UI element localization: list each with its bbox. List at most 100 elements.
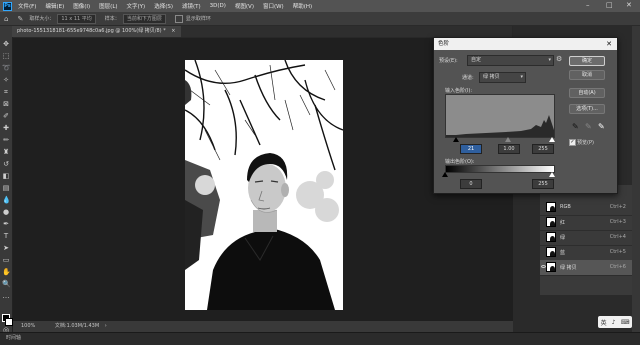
path-select-icon[interactable]: ➤: [2, 244, 10, 252]
black-point-slider[interactable]: [453, 137, 459, 142]
photo-image[interactable]: [185, 60, 343, 310]
background-color-swatch[interactable]: [5, 318, 13, 326]
menu-edit[interactable]: 编辑(E): [45, 2, 64, 10]
output-levels-label: 输出色阶(O):: [445, 159, 475, 165]
menu-filter[interactable]: 滤镜(T): [182, 2, 201, 10]
menu-file[interactable]: 文件(F): [18, 2, 36, 10]
menu-select[interactable]: 选择(S): [154, 2, 173, 10]
status-arrow-icon[interactable]: ›: [105, 323, 107, 329]
channel-shortcut: Ctrl+2: [609, 204, 626, 210]
eyedropper-icon[interactable]: ✐: [2, 112, 10, 120]
right-panel-strip: [632, 26, 640, 332]
maximize-button[interactable]: □: [606, 1, 613, 9]
blur-tool-icon[interactable]: 💧: [2, 196, 11, 204]
eraser-tool-icon[interactable]: ◧: [2, 172, 10, 180]
channel-select[interactable]: 绿 拷贝 ▾: [479, 72, 526, 83]
channels-panel: RGB Ctrl+2 红 Ctrl+3 绿 Ctrl+4 蓝 Ctrl+5 绿 …: [540, 185, 632, 295]
document-tab-bar: photo-1551318181-655e9748c0a6.jpg @ 100%…: [12, 26, 512, 37]
output-sliders[interactable]: [442, 172, 555, 177]
type-tool-icon[interactable]: T: [2, 232, 10, 240]
channel-row-green-copy[interactable]: 绿 拷贝 Ctrl+6: [540, 260, 632, 276]
dodge-tool-icon[interactable]: ●: [2, 208, 10, 216]
ok-button[interactable]: 确定: [569, 56, 605, 66]
input-black-field[interactable]: 21: [460, 144, 482, 154]
stamp-tool-icon[interactable]: ♜: [2, 148, 10, 156]
menu-help[interactable]: 帮助(H): [293, 2, 312, 10]
history-brush-icon[interactable]: ↺: [2, 160, 10, 168]
options-button[interactable]: 选项(T)...: [569, 104, 605, 114]
preset-select[interactable]: 自定 ▾: [467, 55, 554, 66]
output-white-field[interactable]: 255: [532, 179, 554, 189]
black-eyedropper-icon[interactable]: ✎: [572, 122, 579, 131]
sample-size-select[interactable]: 11 x 11 平均: [57, 13, 96, 24]
channel-name: 绿 拷贝: [560, 265, 577, 271]
menu-3d[interactable]: 3D(D): [210, 3, 226, 9]
menu-window[interactable]: 窗口(W): [263, 2, 284, 10]
gray-eyedropper-icon[interactable]: ✎: [585, 122, 592, 131]
pen-tool-icon[interactable]: ✒: [2, 220, 10, 228]
cancel-button[interactable]: 取消: [569, 70, 605, 80]
ime-keyboard-icon[interactable]: ⌨: [621, 319, 630, 326]
crop-tool-icon[interactable]: ⌗: [2, 88, 10, 96]
channel-row-green[interactable]: 绿 Ctrl+4: [540, 230, 632, 246]
channel-row-red[interactable]: 红 Ctrl+3: [540, 215, 632, 231]
channel-row-rgb[interactable]: RGB Ctrl+2: [540, 200, 632, 216]
channel-shortcut: Ctrl+3: [609, 219, 626, 225]
channel-thumbnail: [546, 232, 556, 242]
document-tab[interactable]: photo-1551318181-655e9748c0a6.jpg @ 100%…: [12, 26, 181, 37]
brush-tool-icon[interactable]: ✏: [2, 136, 10, 144]
menu-bar: Ps 文件(F) 编辑(E) 图像(I) 图层(L) 文字(Y) 选择(S) 滤…: [0, 0, 640, 12]
channel-shortcut: Ctrl+6: [609, 264, 626, 270]
preset-options-gear-icon[interactable]: ⚙: [556, 55, 562, 63]
eyedropper-tool-icon[interactable]: ✎: [17, 15, 23, 23]
white-eyedropper-icon[interactable]: ✎: [598, 122, 605, 131]
show-ring-checkbox[interactable]: [174, 14, 183, 23]
midtone-slider[interactable]: [505, 137, 511, 142]
close-window-button[interactable]: ✕: [626, 1, 632, 9]
close-tab-icon[interactable]: ×: [171, 28, 175, 34]
input-gamma-field[interactable]: 1.00: [498, 144, 520, 154]
white-point-slider[interactable]: [549, 137, 555, 142]
output-black-slider[interactable]: [442, 172, 448, 177]
channel-shortcut: Ctrl+4: [609, 234, 626, 240]
channel-name: 蓝: [560, 250, 566, 256]
timeline-label[interactable]: 时间轴: [6, 335, 21, 341]
ime-language-icon[interactable]: 英: [601, 318, 607, 327]
marquee-tool-icon[interactable]: ⬚: [2, 52, 10, 60]
menu-view[interactable]: 视图(V): [235, 2, 254, 10]
output-black-field[interactable]: 0: [460, 179, 482, 189]
more-tools-icon[interactable]: …: [2, 292, 10, 300]
shape-tool-icon[interactable]: ▭: [2, 256, 10, 264]
healing-brush-icon[interactable]: ✚: [2, 124, 10, 132]
menu-image[interactable]: 图像(I): [73, 2, 90, 10]
channel-row-blue[interactable]: 蓝 Ctrl+5: [540, 245, 632, 261]
menu-type[interactable]: 文字(Y): [127, 2, 146, 10]
home-icon[interactable]: ⌂: [4, 15, 8, 23]
auto-button[interactable]: 自动(A): [569, 88, 605, 98]
dialog-close-icon[interactable]: ✕: [606, 38, 612, 50]
sample-select[interactable]: 当前和下方图层: [122, 13, 166, 24]
quick-select-tool-icon[interactable]: ✧: [2, 76, 10, 84]
status-bar: 100% 文档:1.03M/1.43M ›: [13, 321, 513, 332]
output-white-slider[interactable]: [549, 172, 555, 177]
preview-checkbox[interactable]: ✓: [569, 139, 576, 146]
input-white-field[interactable]: 255: [532, 144, 554, 154]
preview-label: 预览(P): [577, 140, 594, 146]
levels-histogram: [445, 94, 555, 138]
ime-sound-icon[interactable]: ♪: [612, 319, 616, 326]
channel-value: 绿 拷贝: [483, 74, 500, 80]
frame-tool-icon[interactable]: ⊠: [2, 100, 10, 108]
timeline-panel-bar: 时间轴: [0, 332, 640, 345]
move-tool-icon[interactable]: ✥: [2, 40, 10, 48]
channel-shortcut: Ctrl+5: [609, 249, 626, 255]
channel-name: 红: [560, 220, 566, 226]
input-sliders[interactable]: [445, 137, 555, 142]
hand-tool-icon[interactable]: ✋: [2, 268, 11, 276]
zoom-level[interactable]: 100%: [21, 323, 35, 329]
minimize-button[interactable]: –: [586, 1, 590, 9]
zoom-tool-icon[interactable]: 🔍: [2, 280, 11, 288]
dialog-titlebar[interactable]: 色阶 ✕: [434, 38, 617, 50]
gradient-tool-icon[interactable]: ▤: [2, 184, 10, 192]
lasso-tool-icon[interactable]: ➰: [2, 64, 11, 72]
menu-layer[interactable]: 图层(L): [99, 2, 117, 10]
